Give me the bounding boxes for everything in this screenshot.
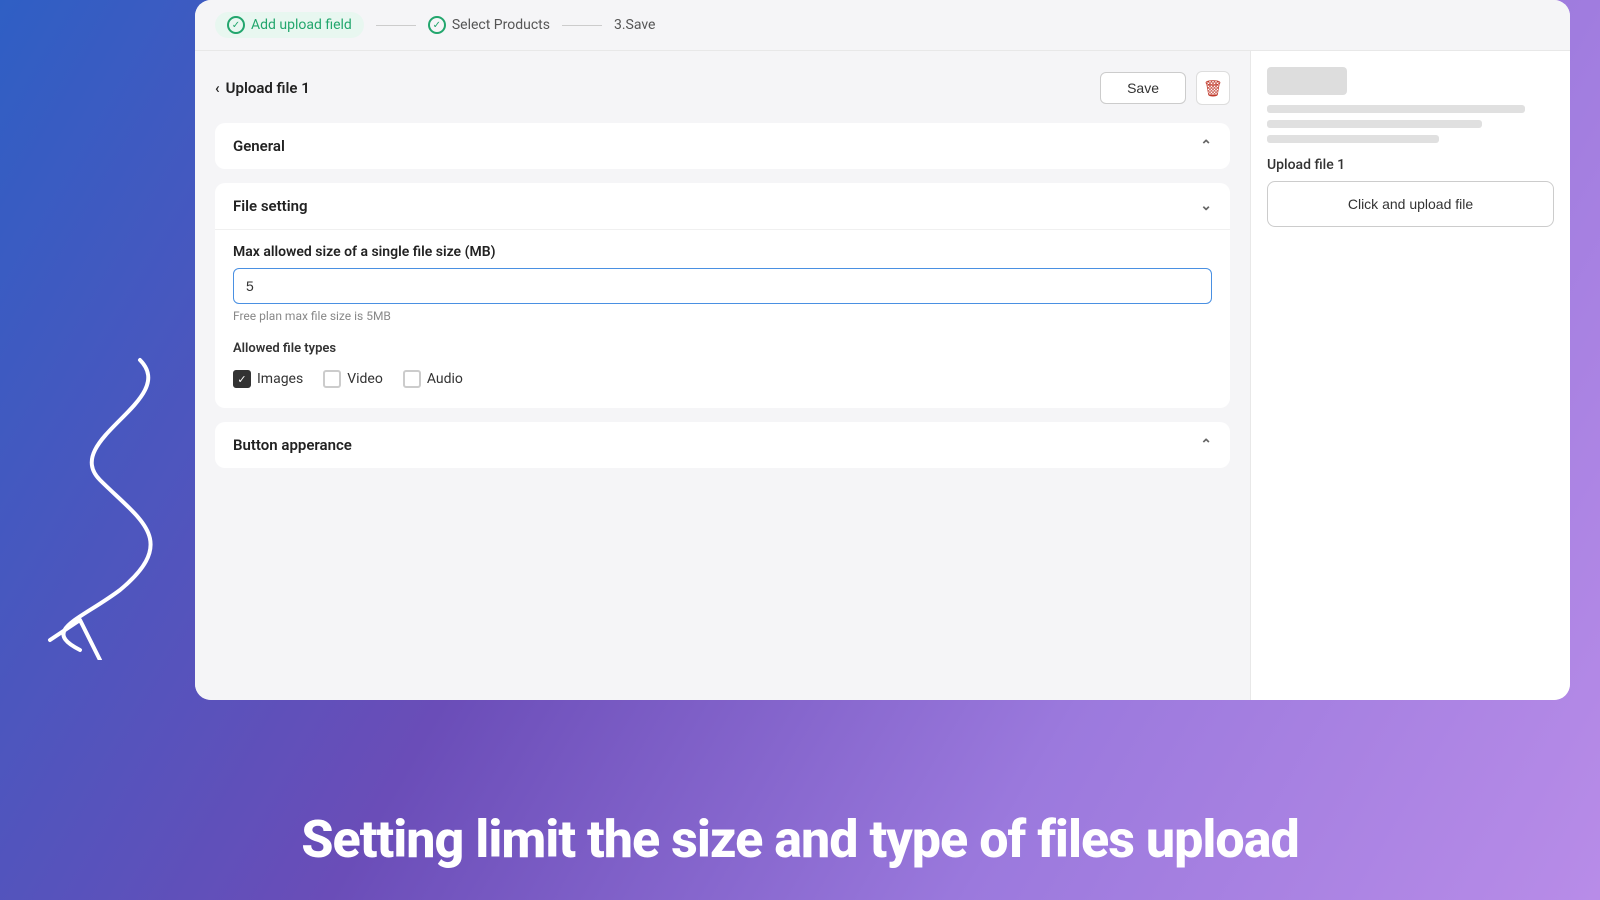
- right-panel: Upload file 1 Click and upload file: [1250, 51, 1570, 700]
- preview-placeholder-box: [1267, 67, 1347, 95]
- step-3[interactable]: 3.Save: [614, 17, 656, 33]
- step-3-label: 3.Save: [614, 17, 656, 33]
- bottom-headline: Setting limit the size and type of files…: [0, 809, 1600, 870]
- file-setting-title: File setting: [233, 197, 308, 215]
- step-1-label: Add upload field: [251, 17, 352, 33]
- step-divider-1: [376, 25, 416, 26]
- allowed-types-label: Allowed file types: [233, 341, 1212, 356]
- save-button[interactable]: Save: [1100, 72, 1186, 104]
- images-checkbox-icon: ✓: [233, 370, 251, 388]
- back-button[interactable]: ‹ Upload file 1: [215, 79, 310, 97]
- content-area: ‹ Upload file 1 Save 🗑 General ⌃: [195, 51, 1570, 700]
- preview-line-2: [1267, 120, 1482, 128]
- file-setting-section: File setting ⌄ Max allowed size of a sin…: [215, 183, 1230, 408]
- step-bar: ✓ Add upload field ✓ Select Products 3.S…: [195, 0, 1570, 51]
- step-1-icon: ✓: [227, 16, 245, 34]
- audio-label: Audio: [427, 371, 463, 387]
- general-section: General ⌃: [215, 123, 1230, 169]
- step-2[interactable]: ✓ Select Products: [428, 16, 550, 34]
- file-setting-header[interactable]: File setting ⌄: [215, 183, 1230, 229]
- preview-line-3: [1267, 135, 1439, 143]
- images-label: Images: [257, 371, 303, 387]
- max-size-hint: Free plan max file size is 5MB: [233, 309, 1212, 323]
- step-2-icon: ✓: [428, 16, 446, 34]
- page-title: Upload file 1: [226, 79, 310, 97]
- left-panel: ‹ Upload file 1 Save 🗑 General ⌃: [195, 51, 1250, 700]
- file-setting-chevron-down-icon: ⌄: [1200, 198, 1212, 214]
- main-card: ✓ Add upload field ✓ Select Products 3.S…: [195, 0, 1570, 700]
- general-chevron-up-icon: ⌃: [1200, 138, 1212, 154]
- button-appearance-header[interactable]: Button apperance ⌃: [215, 422, 1230, 468]
- button-appearance-title: Button apperance: [233, 436, 352, 454]
- general-section-header[interactable]: General ⌃: [215, 123, 1230, 169]
- file-setting-content: Max allowed size of a single file size (…: [215, 229, 1230, 408]
- step-2-label: Select Products: [452, 17, 550, 33]
- file-type-checkboxes: ✓ Images Video Audio: [233, 370, 1212, 388]
- trash-icon: 🗑: [1203, 79, 1223, 98]
- max-size-input[interactable]: [233, 268, 1212, 304]
- images-checkbox[interactable]: ✓ Images: [233, 370, 303, 388]
- step-1[interactable]: ✓ Add upload field: [215, 12, 364, 38]
- video-checkbox-icon: [323, 370, 341, 388]
- video-label: Video: [347, 371, 383, 387]
- header-actions: Save 🗑: [1100, 71, 1230, 105]
- button-appearance-chevron-up-icon: ⌃: [1200, 437, 1212, 453]
- button-appearance-section: Button apperance ⌃: [215, 422, 1230, 468]
- general-section-title: General: [233, 137, 285, 155]
- step-divider-2: [562, 25, 602, 26]
- max-size-label: Max allowed size of a single file size (…: [233, 244, 1212, 260]
- upload-file-preview-label: Upload file 1: [1267, 157, 1554, 173]
- back-chevron-icon: ‹: [215, 79, 220, 97]
- header-row: ‹ Upload file 1 Save 🗑: [215, 71, 1230, 105]
- upload-preview-button[interactable]: Click and upload file: [1267, 181, 1554, 227]
- video-checkbox[interactable]: Video: [323, 370, 383, 388]
- delete-button[interactable]: 🗑: [1196, 71, 1230, 105]
- preview-line-1: [1267, 105, 1525, 113]
- squiggle-decoration: [20, 340, 190, 664]
- bottom-text-section: Setting limit the size and type of files…: [0, 809, 1600, 870]
- audio-checkbox-icon: [403, 370, 421, 388]
- audio-checkbox[interactable]: Audio: [403, 370, 463, 388]
